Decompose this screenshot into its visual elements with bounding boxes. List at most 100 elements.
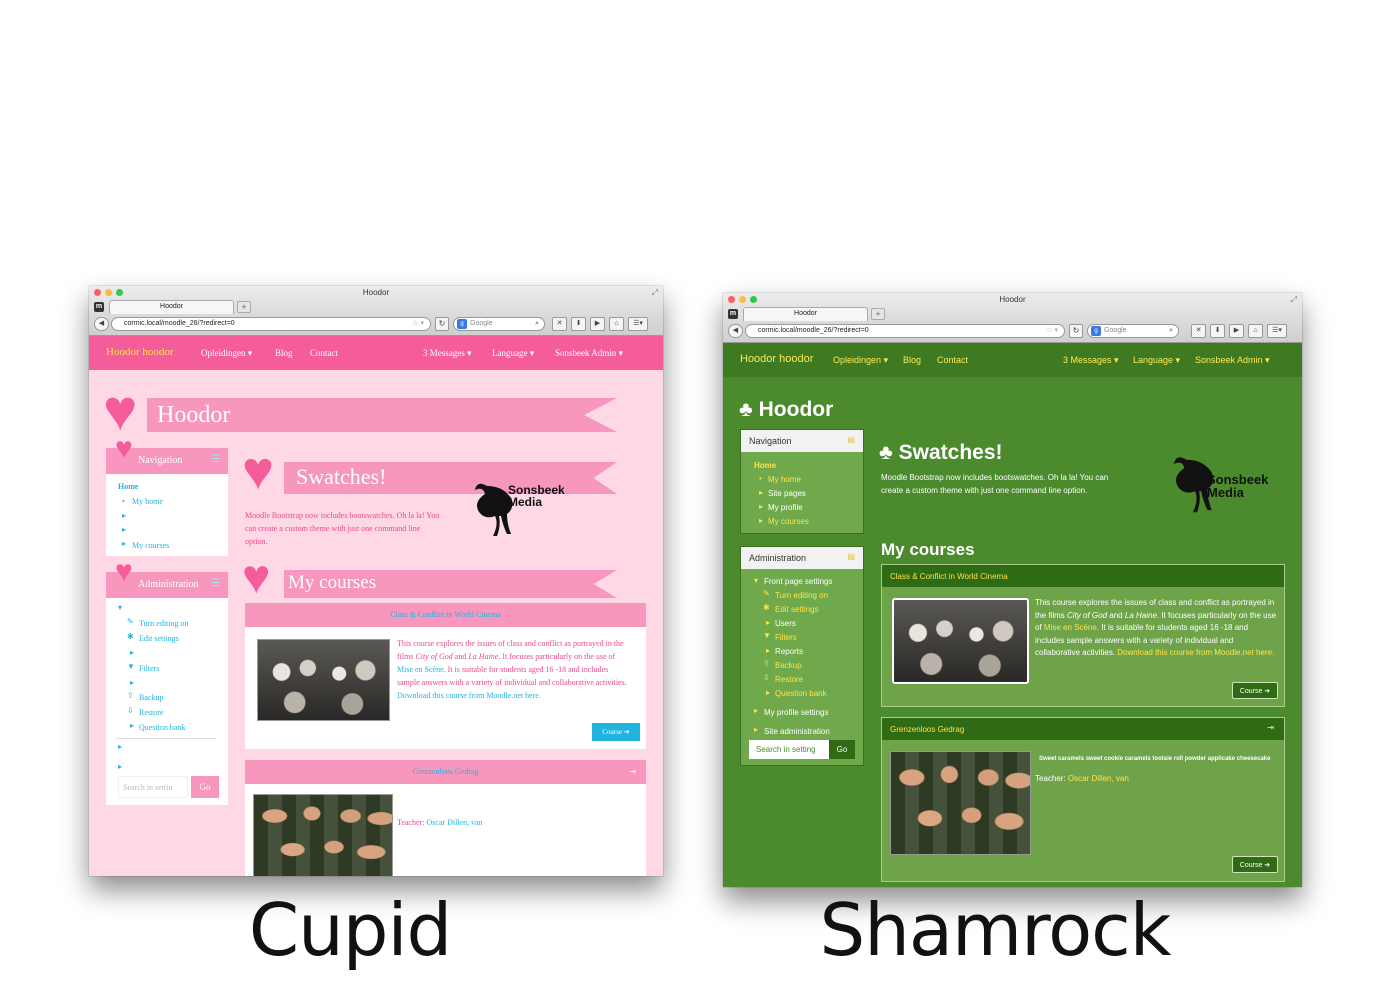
nav-home[interactable]: Home <box>754 461 776 470</box>
nav-my-home[interactable]: My home <box>132 497 163 506</box>
admin-turn-editing-on[interactable]: Turn editing on <box>139 619 189 628</box>
fullscreen-icon[interactable]: ⤢ <box>1291 295 1297 305</box>
nav-opleidingen[interactable]: Opleidingen ▾ <box>201 348 252 359</box>
stop-button[interactable]: ✕ <box>1191 324 1206 338</box>
admin-my-profile-settings[interactable]: My profile settings <box>764 708 828 717</box>
dock-icon[interactable]: ▤ <box>847 552 855 561</box>
dock-icon[interactable]: ▤ <box>847 435 855 444</box>
expand-icon[interactable]: ▸ <box>766 688 770 697</box>
download-link[interactable]: Download this course from Moodle.net her… <box>1117 648 1274 657</box>
nav-blog[interactable]: Blog <box>903 355 921 365</box>
back-button[interactable]: ◀ <box>728 324 743 338</box>
url-bar[interactable]: cormic.local/moodle_26/?redirect=0 ☆ ▾ <box>111 317 431 331</box>
nav-user-menu[interactable]: Sonsbeek Admin ▾ <box>555 348 623 359</box>
teacher-link[interactable]: Oscar Dillen, van <box>1068 774 1129 783</box>
brand-link[interactable]: Hoodor hoodor <box>106 346 174 358</box>
admin-restore[interactable]: Restore <box>775 675 803 684</box>
enrol-icon[interactable]: ⇥ <box>1267 723 1274 732</box>
admin-turn-editing-on[interactable]: Turn editing on <box>775 591 828 600</box>
browser-tab[interactable]: Hoodor <box>743 307 868 321</box>
back-button[interactable]: ◀ <box>94 317 109 331</box>
expand-icon[interactable]: ▸ <box>754 725 758 734</box>
admin-question-bank[interactable]: Question bank <box>139 723 185 732</box>
admin-question-bank[interactable]: Question bank <box>775 689 827 698</box>
browser-search-input[interactable]: g Google ⌕ <box>1087 324 1179 338</box>
expand-icon[interactable]: ▸ <box>122 511 126 520</box>
browser-search-input[interactable]: g Google ⌕ <box>453 317 545 331</box>
expand-icon[interactable]: ▸ <box>759 488 763 497</box>
nav-user-menu[interactable]: Sonsbeek Admin ▾ <box>1195 355 1270 366</box>
admin-edit-settings[interactable]: Edit settings <box>775 605 819 614</box>
course-button[interactable]: Course ➔ <box>1232 682 1278 699</box>
expand-icon[interactable]: ▸ <box>766 618 770 627</box>
collapse-icon[interactable]: ▾ <box>118 603 122 612</box>
admin-front-page-settings[interactable]: Front page settings <box>764 577 832 586</box>
course-title[interactable]: Class & Conflict in World Cinema <box>882 565 1284 587</box>
menu-icon[interactable]: ☰▾ <box>1267 324 1287 338</box>
nav-my-courses[interactable]: My courses <box>768 517 809 526</box>
youtube-icon[interactable]: ▶ <box>590 317 605 331</box>
nav-contact[interactable]: Contact <box>937 355 968 365</box>
course-title[interactable]: Class & Conflict in World Cinema <box>245 603 646 627</box>
nav-my-courses[interactable]: My courses <box>132 541 169 550</box>
bookmark-star-icon[interactable]: ☆ ▾ <box>412 318 424 330</box>
expand-icon[interactable]: ▸ <box>759 502 763 511</box>
admin-reports[interactable]: Reports <box>775 647 803 656</box>
admin-filters[interactable]: Filters <box>139 664 159 673</box>
nav-blog[interactable]: Blog <box>275 348 293 358</box>
download-icon[interactable]: ⬇ <box>571 317 586 331</box>
nav-site-pages[interactable]: Site pages <box>768 489 806 498</box>
go-button[interactable]: Go <box>829 740 855 759</box>
admin-restore[interactable]: Restore <box>139 708 163 717</box>
brand-link[interactable]: Hoodor hoodor <box>740 353 813 365</box>
expand-icon[interactable]: ▸ <box>122 539 126 548</box>
teacher-link[interactable]: Oscar Dillen, van <box>426 818 482 827</box>
admin-site-administration[interactable]: Site administration <box>764 727 830 736</box>
menu-icon[interactable]: ☰▾ <box>628 317 648 331</box>
nav-language[interactable]: Language ▾ <box>1133 355 1180 366</box>
nav-my-profile[interactable]: My profile <box>768 503 803 512</box>
admin-edit-settings[interactable]: Edit settings <box>139 634 179 643</box>
expand-icon[interactable]: ▸ <box>759 516 763 525</box>
expand-icon[interactable]: ▸ <box>118 762 122 771</box>
admin-backup[interactable]: Backup <box>775 661 802 670</box>
settings-search-input[interactable]: Search in settin <box>118 776 188 798</box>
admin-filters[interactable]: Filters <box>775 633 797 642</box>
settings-search-input[interactable]: Search in setting <box>749 740 829 759</box>
expand-icon[interactable]: ▸ <box>766 646 770 655</box>
go-button[interactable]: Go <box>191 776 219 798</box>
expand-icon[interactable]: ▸ <box>130 648 134 657</box>
mise-en-scene-link[interactable]: Mise en Scène <box>1044 623 1097 632</box>
nav-opleidingen[interactable]: Opleidingen ▾ <box>833 355 888 366</box>
collapse-icon[interactable]: ▾ <box>754 576 758 585</box>
nav-language[interactable]: Language ▾ <box>492 348 534 359</box>
url-bar[interactable]: cormic.local/moodle_26/?redirect=0 ☆ ▾ <box>745 324 1065 338</box>
course-button[interactable]: Course ➔ <box>592 723 640 741</box>
youtube-icon[interactable]: ▶ <box>1229 324 1244 338</box>
course-button[interactable]: Course ➔ <box>1232 856 1278 873</box>
nav-messages[interactable]: 3 Messages ▾ <box>423 348 472 359</box>
nav-messages[interactable]: 3 Messages ▾ <box>1063 355 1119 366</box>
fullscreen-icon[interactable]: ⤢ <box>652 288 658 298</box>
browser-tab[interactable]: Hoodor <box>109 300 234 314</box>
expand-icon[interactable]: ▸ <box>118 742 122 751</box>
bookmark-star-icon[interactable]: ☆ ▾ <box>1046 325 1058 337</box>
download-icon[interactable]: ⬇ <box>1210 324 1225 338</box>
expand-icon[interactable]: ▸ <box>130 678 134 687</box>
expand-icon[interactable]: ▸ <box>122 525 126 534</box>
nav-my-home[interactable]: My home <box>768 475 801 484</box>
new-tab-button[interactable]: + <box>871 308 885 320</box>
expand-icon[interactable]: ▸ <box>754 706 758 715</box>
home-icon[interactable]: ⌂ <box>1248 324 1263 338</box>
stop-button[interactable]: ✕ <box>552 317 567 331</box>
reload-button[interactable]: ↻ <box>435 317 449 331</box>
expand-icon[interactable]: ▸ <box>130 721 134 730</box>
admin-backup[interactable]: Backup <box>139 693 163 702</box>
admin-users[interactable]: Users <box>775 619 796 628</box>
dock-icon[interactable]: ☰ <box>211 578 220 589</box>
nav-contact[interactable]: Contact <box>310 348 338 358</box>
mise-en-scene-link[interactable]: Mise en Scène <box>397 665 444 674</box>
reload-button[interactable]: ↻ <box>1069 324 1083 338</box>
download-link[interactable]: Download this course from Moodle.net her… <box>397 691 541 700</box>
nav-home[interactable]: Home <box>118 482 138 491</box>
